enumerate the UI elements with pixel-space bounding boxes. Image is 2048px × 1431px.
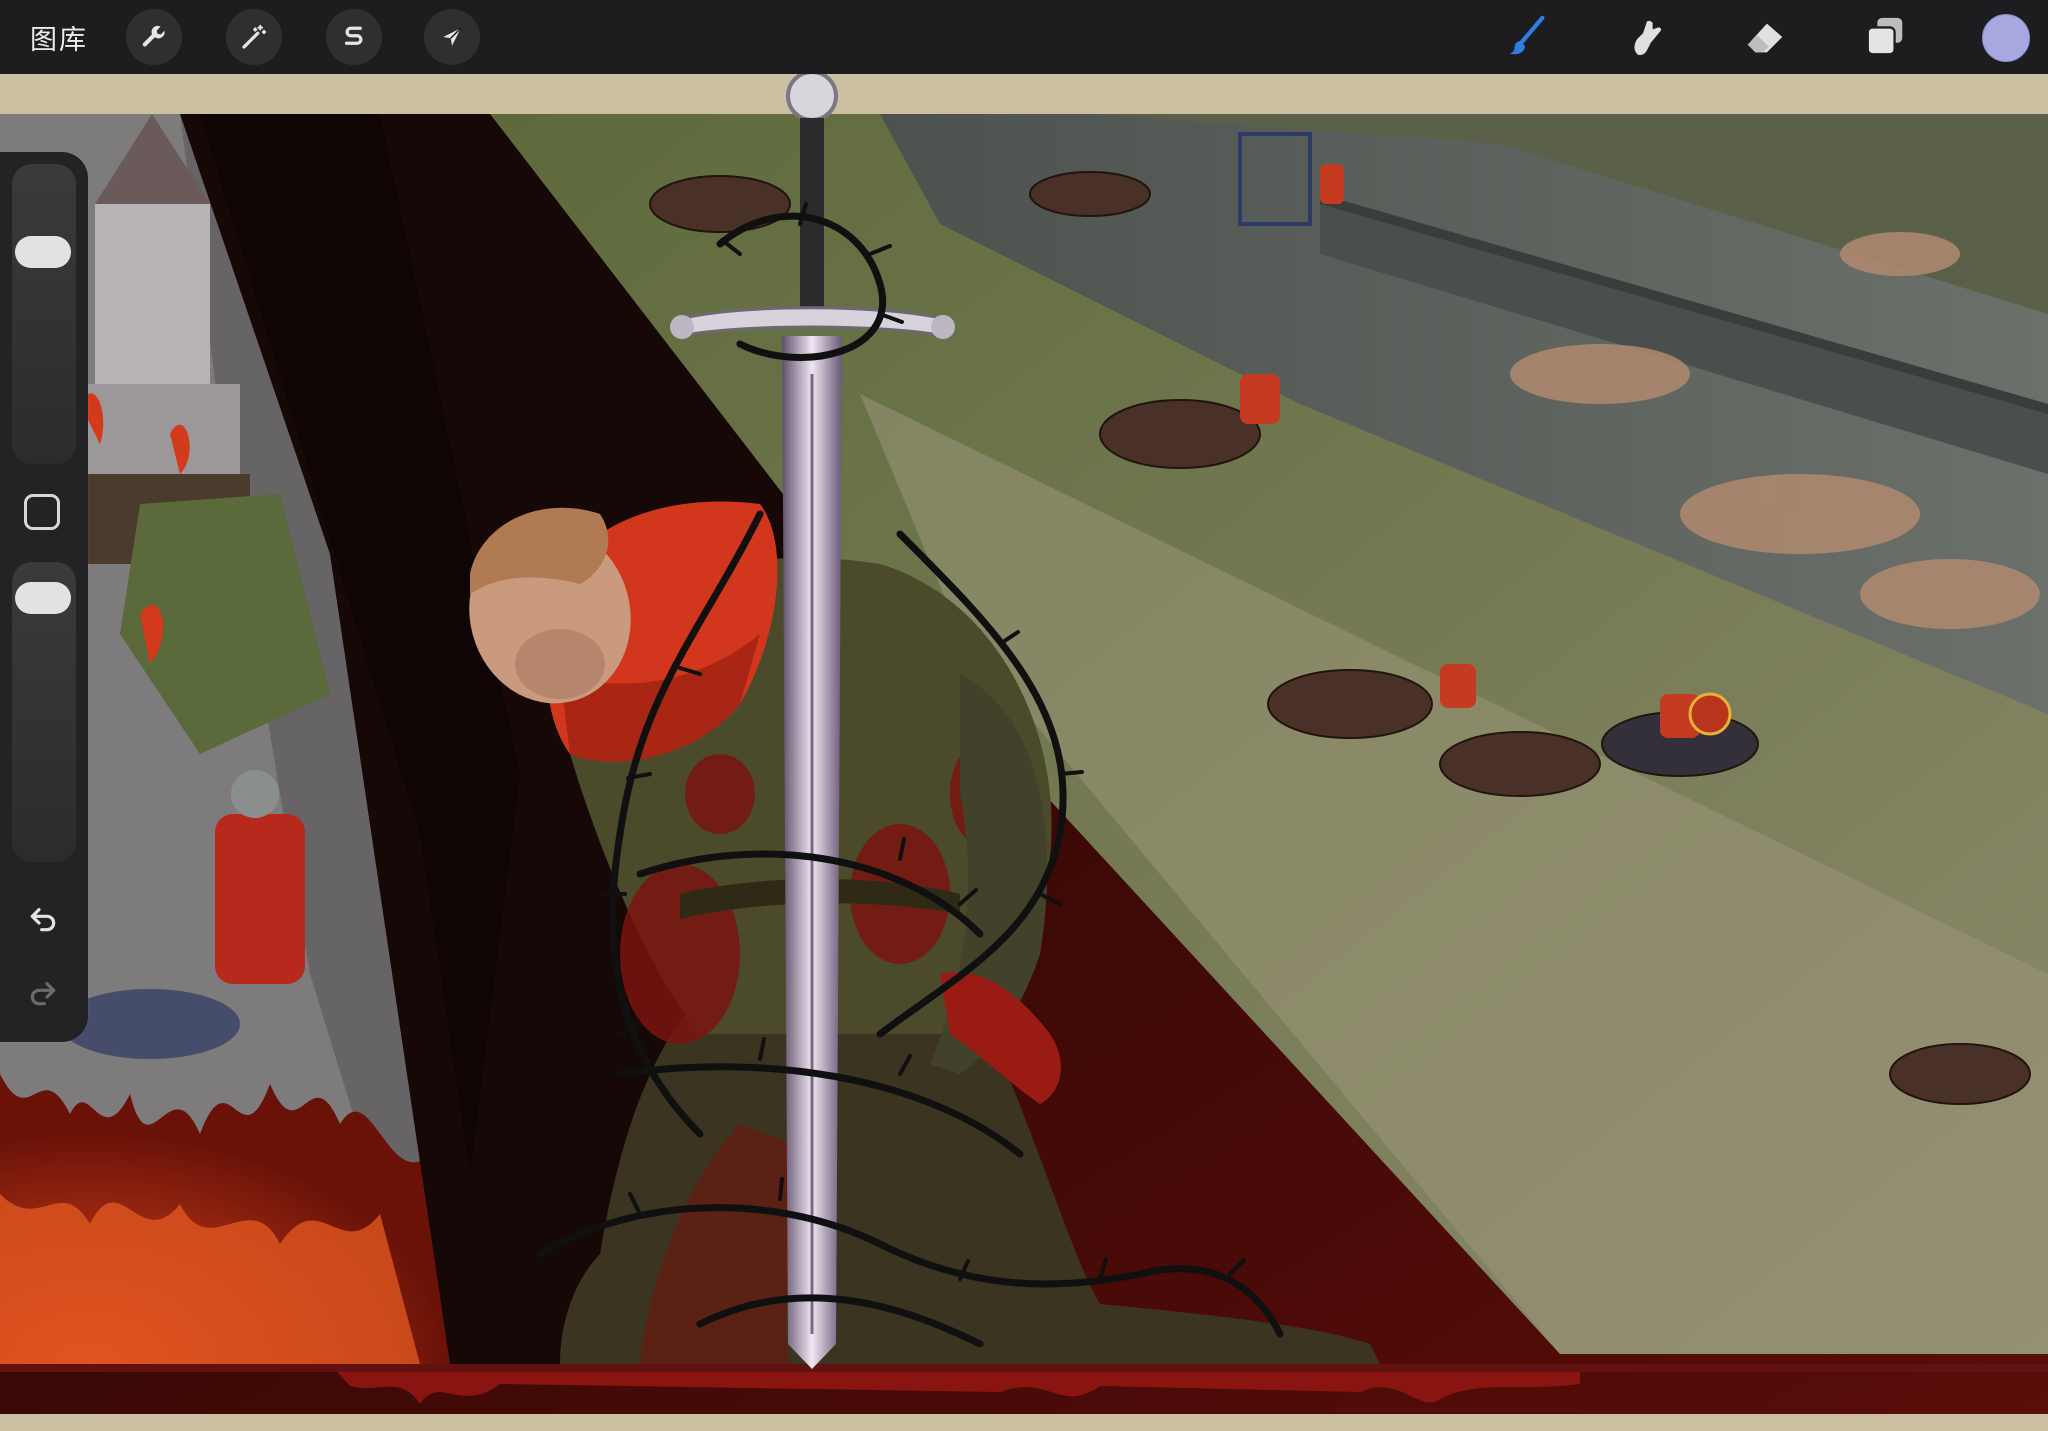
modify-square-icon[interactable] (24, 494, 60, 530)
opacity-slider[interactable] (12, 562, 76, 862)
brush-size-slider-thumb[interactable] (15, 236, 71, 268)
brush-tool-button[interactable] (1500, 10, 1554, 64)
left-sidebar (0, 152, 88, 1042)
undo-button[interactable] (20, 898, 66, 940)
selection-button[interactable] (326, 9, 382, 65)
drawing-canvas[interactable] (0, 74, 2048, 1431)
layers-icon (1866, 17, 1903, 56)
smudge-tool-button[interactable] (1618, 10, 1672, 64)
wrench-icon (142, 25, 165, 47)
top-toolbar: 图库 (0, 0, 2048, 74)
selection-s-icon (344, 26, 363, 45)
redo-icon (30, 982, 56, 1006)
undo-icon (30, 908, 56, 932)
arrow-cursor-icon (443, 27, 462, 46)
actions-button[interactable] (126, 9, 182, 65)
adjustments-button[interactable] (226, 9, 282, 65)
artwork-knight (0, 74, 2048, 1431)
color-picker-swatch[interactable] (1982, 14, 2030, 62)
transform-button[interactable] (424, 9, 480, 65)
eraser-tool-button[interactable] (1738, 10, 1792, 64)
smudge-icon (1634, 20, 1662, 56)
layers-button[interactable] (1858, 10, 1912, 64)
brush-size-slider[interactable] (12, 164, 76, 464)
magic-wand-icon (242, 24, 267, 49)
redo-button[interactable] (20, 972, 66, 1014)
opacity-slider-thumb[interactable] (15, 582, 71, 614)
gallery-button[interactable]: 图库 (30, 18, 88, 57)
brush-icon (1509, 15, 1545, 55)
eraser-icon (1747, 23, 1783, 53)
